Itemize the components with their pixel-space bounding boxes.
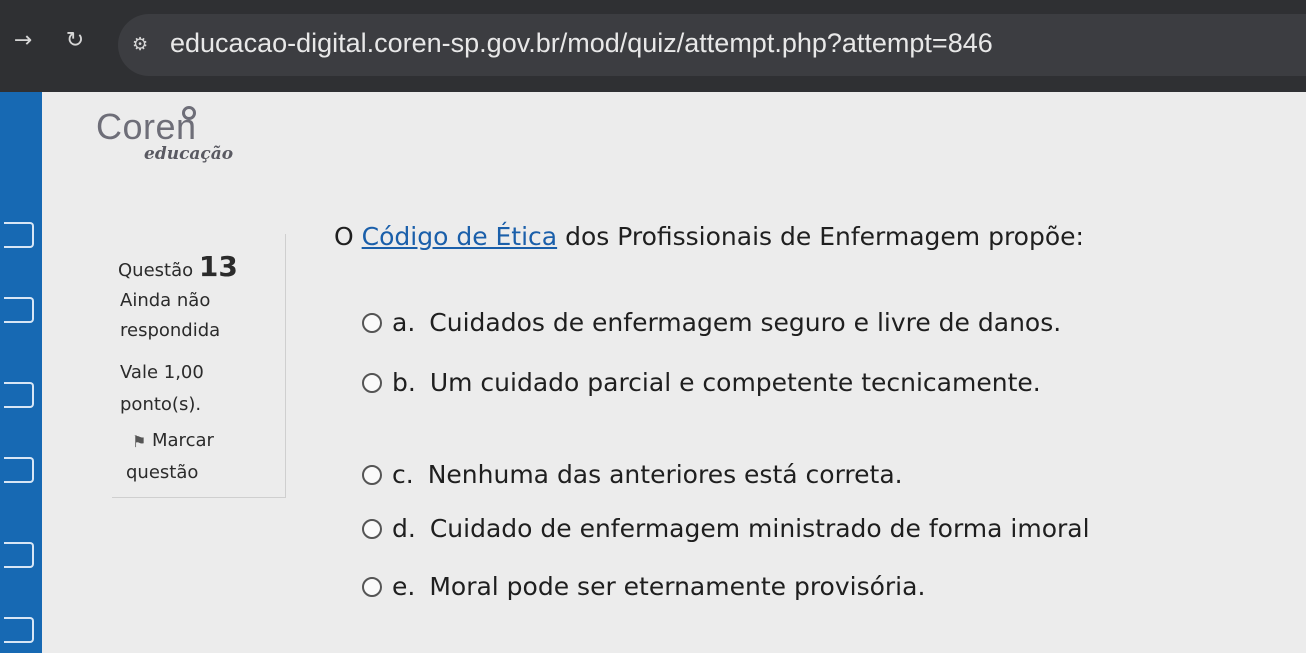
code-of-ethics-link[interactable]: Código de Ética — [362, 222, 557, 251]
radio-button[interactable] — [362, 577, 382, 597]
option-text[interactable]: Nenhuma das anteriores está correta. — [428, 460, 903, 489]
option-text[interactable]: Cuidado de enfermagem ministrado de form… — [430, 514, 1090, 543]
left-drawer-rail — [0, 92, 42, 653]
answer-option-a[interactable]: a. Cuidados de enfermagem seguro e livre … — [362, 308, 1061, 342]
option-letter: c. — [392, 460, 414, 489]
answer-option-c[interactable]: c. Nenhuma das anteriores está correta. — [362, 460, 903, 494]
question-text: O Código de Ética dos Profissionais de E… — [334, 222, 1084, 251]
option-letter: e. — [392, 572, 416, 601]
option-letter: b. — [392, 368, 416, 397]
question-number: 13 — [198, 250, 238, 283]
value-line-2: ponto(s). — [120, 394, 202, 415]
option-text[interactable]: Um cuidado parcial e competente tecnicam… — [430, 368, 1041, 397]
status-line-2: respondida — [120, 320, 221, 341]
answer-option-e[interactable]: e. Moral pode ser eternamente provisória. — [362, 572, 925, 606]
answer-option-d[interactable]: d. Cuidado de enfermagem ministrado de fo… — [362, 514, 1090, 548]
logo-mark-icon — [182, 106, 196, 120]
radio-button[interactable] — [362, 313, 382, 333]
status-line-1: Ainda não — [120, 290, 211, 311]
question-prefix: O — [334, 222, 354, 251]
address-bar[interactable]: ⚙ educacao-digital.coren-sp.gov.br/mod/q… — [118, 14, 1306, 76]
drawer-item-icon[interactable] — [4, 297, 34, 323]
radio-button[interactable] — [362, 373, 382, 393]
flag-question-link[interactable]: Marcar — [152, 430, 214, 451]
option-letter: a. — [392, 308, 416, 337]
question-label: Questão 13 — [118, 250, 238, 283]
question-info-panel: Questão 13 Ainda não respondida Vale 1,0… — [112, 234, 286, 498]
drawer-item-icon[interactable] — [4, 222, 34, 248]
site-settings-icon[interactable]: ⚙ — [132, 34, 154, 56]
radio-button[interactable] — [362, 519, 382, 539]
drawer-item-icon[interactable] — [4, 382, 34, 408]
flag-icon[interactable]: ⚑ — [132, 432, 146, 451]
logo-tagline: educação — [144, 144, 234, 164]
url-text[interactable]: educacao-digital.coren-sp.gov.br/mod/qui… — [170, 28, 993, 59]
reload-icon[interactable]: ↻ — [60, 26, 90, 56]
answer-option-b[interactable]: b. Um cuidado parcial e competente tecnic… — [362, 368, 1041, 402]
question-suffix: dos Profissionais de Enfermagem propõe: — [565, 222, 1084, 251]
radio-button[interactable] — [362, 465, 382, 485]
option-text[interactable]: Moral pode ser eternamente provisória. — [429, 572, 925, 601]
drawer-item-icon[interactable] — [4, 457, 34, 483]
arrow-right-icon[interactable]: → — [8, 26, 38, 56]
drawer-item-icon[interactable] — [4, 617, 34, 643]
browser-toolbar: → ↻ ⚙ educacao-digital.coren-sp.gov.br/m… — [0, 0, 1306, 92]
coren-logo[interactable]: Coren educação — [96, 106, 296, 176]
value-line-1: Vale 1,00 — [120, 362, 204, 383]
option-letter: d. — [392, 514, 416, 543]
drawer-item-icon[interactable] — [4, 542, 34, 568]
option-text[interactable]: Cuidados de enfermagem seguro e livre de… — [429, 308, 1061, 337]
flag-question-link-2[interactable]: questão — [126, 462, 198, 483]
